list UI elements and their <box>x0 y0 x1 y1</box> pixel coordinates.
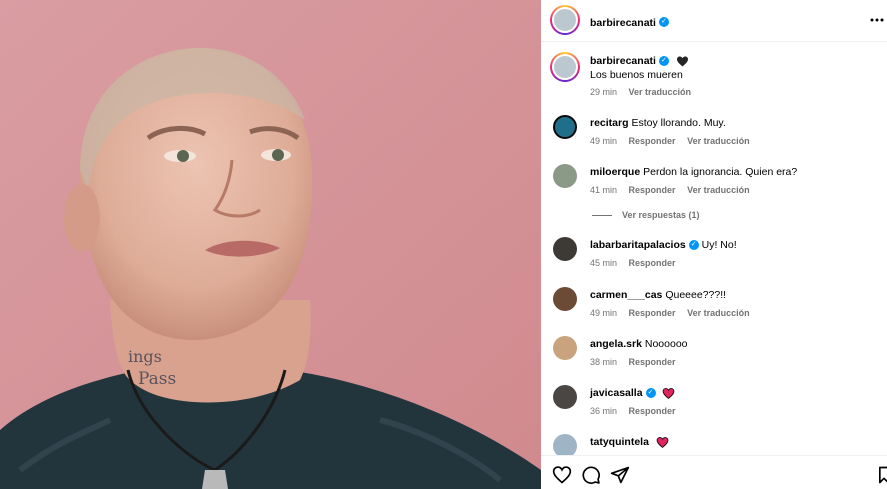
share-icon[interactable] <box>610 465 630 485</box>
comment-time: 45 min <box>590 258 618 268</box>
comment-text: Estoy llorando. Muy. <box>631 117 726 129</box>
caption-username[interactable]: barbirecanati <box>590 55 656 67</box>
comment-username[interactable]: labarbaritapalacios <box>590 239 686 251</box>
comment-time: 49 min <box>590 136 618 146</box>
more-icon[interactable] <box>869 12 885 28</box>
verified-badge-icon: ✓ <box>658 56 669 67</box>
caption-translate-link[interactable]: Ver traducción <box>629 87 692 97</box>
comment-username[interactable]: javicasalla <box>590 387 643 399</box>
author-avatar[interactable] <box>550 5 580 35</box>
comment-avatar[interactable] <box>553 164 577 188</box>
comment-avatar[interactable] <box>553 237 577 261</box>
reply-button[interactable]: Responder <box>629 136 676 146</box>
reply-button[interactable]: Responder <box>629 258 676 268</box>
translate-link[interactable]: Ver traducción <box>687 308 750 318</box>
translate-link[interactable]: Ver traducción <box>687 136 750 146</box>
portrait-image: ings Pass <box>0 0 541 489</box>
comment-avatar[interactable] <box>553 287 577 311</box>
reply-button[interactable]: Responder <box>629 406 676 416</box>
comment-avatar[interactable] <box>553 115 577 139</box>
bookmark-icon[interactable] <box>877 465 887 485</box>
comment-icon[interactable] <box>581 465 601 485</box>
comment-time: 49 min <box>590 308 618 318</box>
red-heart-icon <box>663 387 675 399</box>
tattoo-line-1: ings <box>128 347 162 366</box>
comment-username[interactable]: angela.srk <box>590 338 642 350</box>
translate-link[interactable]: Ver traducción <box>687 185 750 195</box>
verified-badge-icon: ✓ <box>688 240 699 251</box>
reply-button[interactable]: Responder <box>629 308 676 318</box>
comment-text: Perdon la ignorancia. Quien era? <box>643 166 798 178</box>
caption-text: Los buenos mueren <box>590 69 683 81</box>
comment-time: 36 min <box>590 406 618 416</box>
heart-icon[interactable] <box>552 465 572 485</box>
post-photo[interactable]: ings Pass <box>0 0 541 489</box>
tattoo-line-2: Pass <box>138 369 176 389</box>
verified-badge-icon: ✓ <box>645 388 656 399</box>
comment-text: Noooooo <box>644 338 688 350</box>
comment-username[interactable]: carmen___cas <box>590 289 662 301</box>
comments-panel: barbirecanati ✓ barbirecanati ✓ Los buenos… <box>541 0 887 489</box>
reply-button[interactable]: Responder <box>629 357 676 367</box>
verified-badge-icon: ✓ <box>658 16 669 27</box>
reply-button[interactable]: Responder <box>629 185 676 195</box>
comment-avatar[interactable] <box>553 336 577 360</box>
action-bar <box>541 455 887 489</box>
comment-username[interactable]: miloerque <box>590 166 640 178</box>
caption-time: 29 min <box>590 87 618 97</box>
comment-username[interactable]: recitarg <box>590 117 629 129</box>
red-heart-icon <box>656 436 669 448</box>
post-header: barbirecanati ✓ <box>541 0 887 42</box>
comment-text: Queeee???!! <box>665 289 727 301</box>
comment-time: 38 min <box>590 357 618 367</box>
caption-avatar[interactable] <box>550 52 580 82</box>
view-replies-button[interactable]: Ver respuestas (1) <box>592 210 700 220</box>
comment-time: 41 min <box>590 185 618 195</box>
comment-username[interactable]: tatyquintela <box>590 436 649 448</box>
comment-avatar[interactable] <box>553 385 577 409</box>
author-username[interactable]: barbirecanati <box>590 17 656 29</box>
comment-text: Uy! No! <box>701 239 737 251</box>
black-heart-icon <box>676 56 688 67</box>
